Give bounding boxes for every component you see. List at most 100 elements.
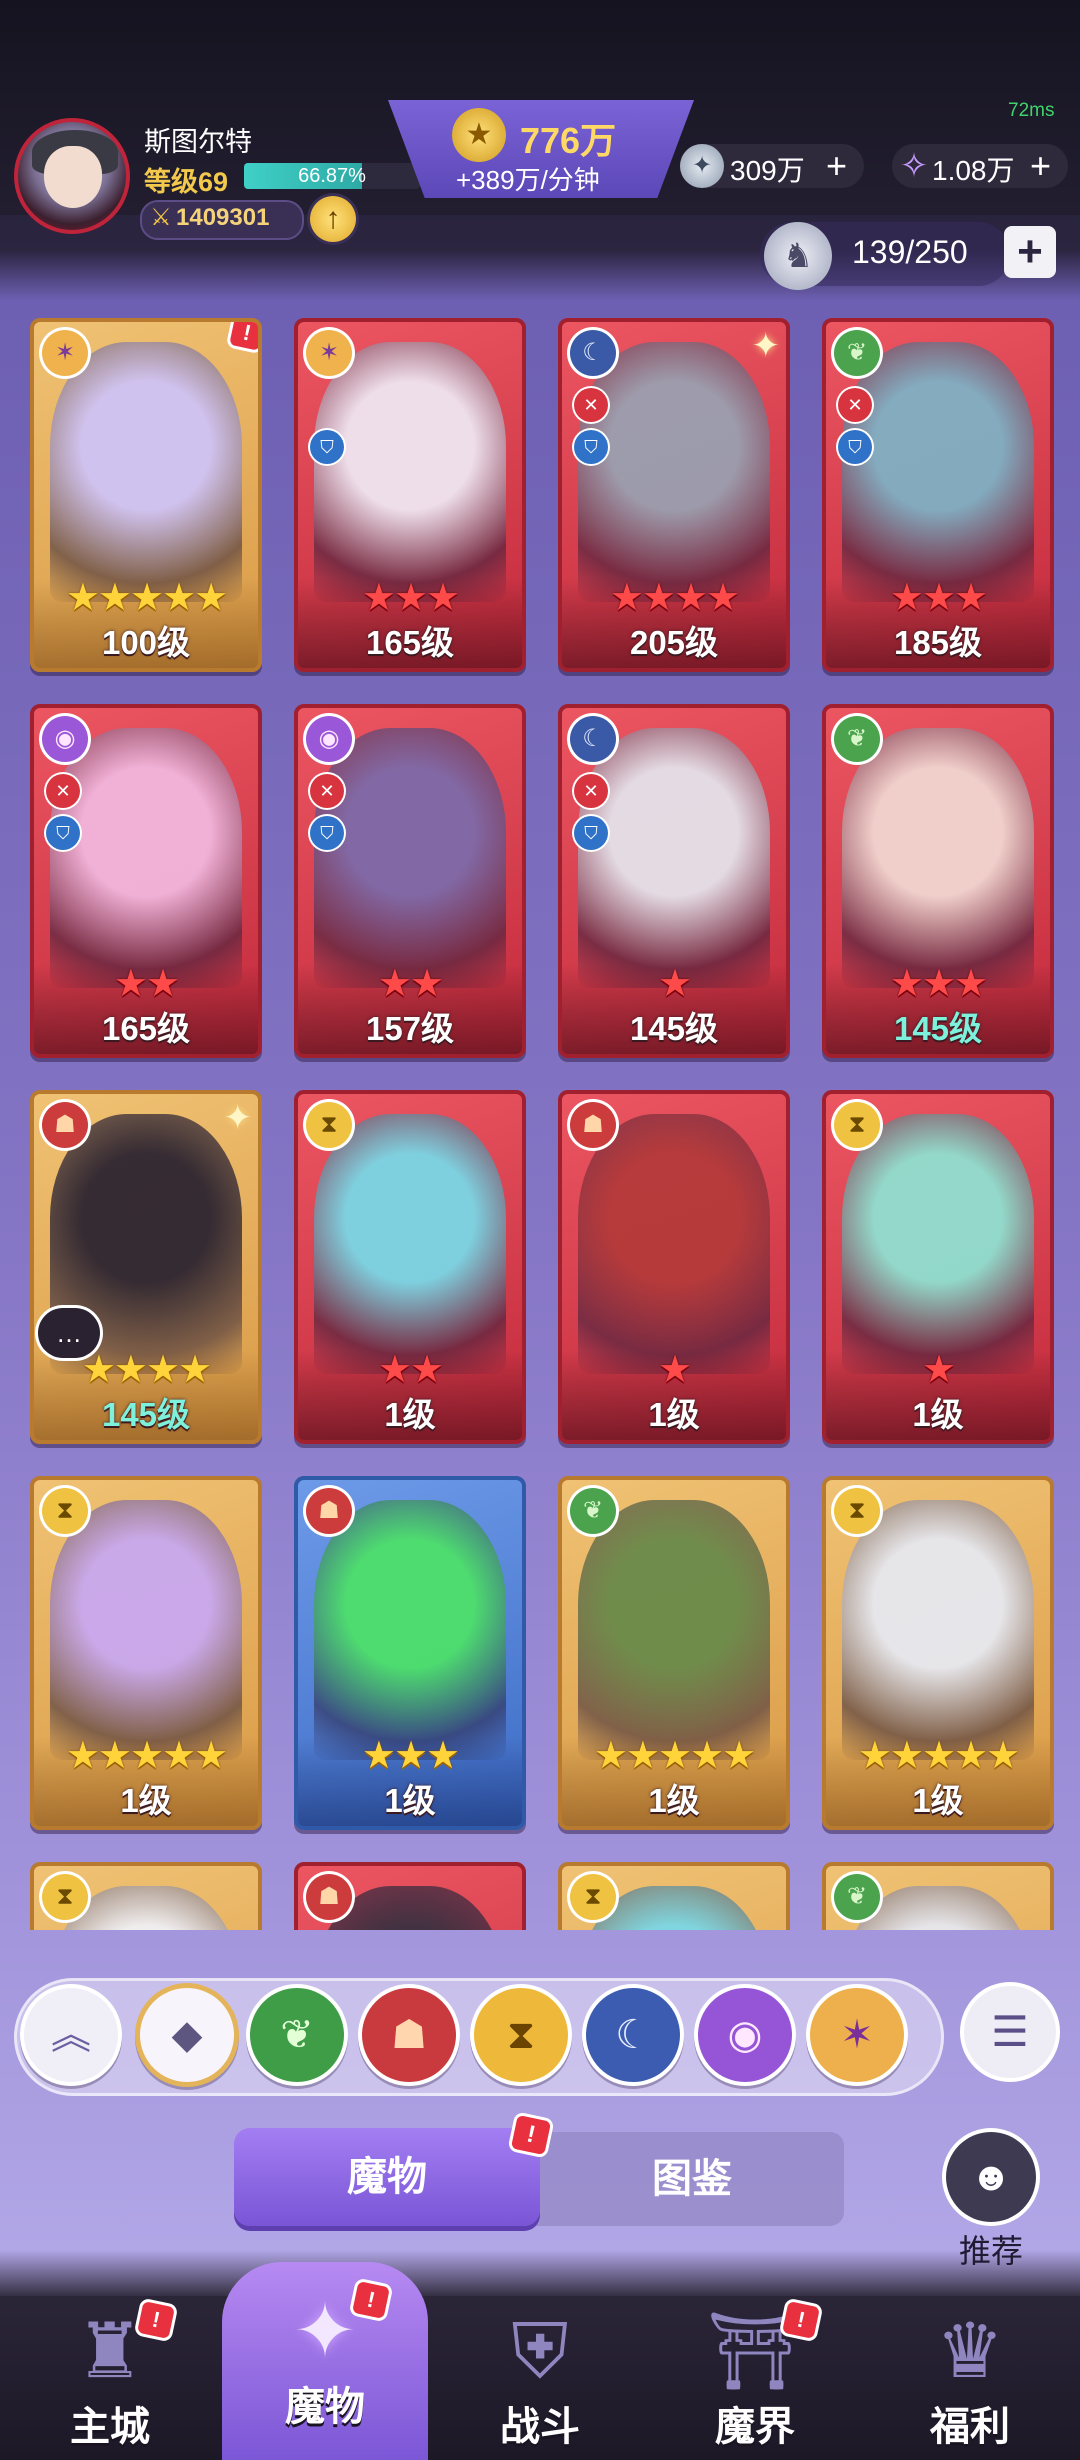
monster-card[interactable]: ❦ (822, 1862, 1054, 1930)
defense-badge-icon: ⛉ (310, 816, 344, 850)
star-rating: ★★ (113, 963, 180, 1005)
nav-label: 魔物 (285, 2385, 365, 2429)
monster-card[interactable]: ❦ ★★★★★ 1级 (558, 1476, 790, 1830)
star-rating: ★ (657, 1349, 692, 1391)
filter-beast-button[interactable]: ☗ (362, 1988, 456, 2082)
filter-nature-button[interactable]: ❦ (250, 1988, 344, 2082)
nav-welfare[interactable]: ♛ 福利 (870, 2300, 1070, 2460)
monster-portrait (50, 728, 242, 988)
monster-card[interactable]: ☗ ✦… ★★★★ 145级 (30, 1090, 262, 1444)
monster-level: 100级 (101, 624, 191, 661)
gold-rate: +389万/分钟 (456, 165, 600, 195)
arcane-icon: ✶ (306, 330, 352, 376)
filter-eye-button[interactable]: ◉ (698, 1988, 792, 2082)
star-rating: ★★★★★ (65, 577, 228, 619)
arcane-star-icon: ✶ (840, 2013, 874, 2057)
nav-label: 福利 (930, 2405, 1010, 2449)
monster-card[interactable]: ❦ ✕ ⛉ ★★★ 185级 (822, 318, 1054, 672)
monster-portrait (314, 342, 506, 602)
time-icon: ⧗ (42, 1488, 88, 1534)
star-rating: ★★★ (361, 577, 460, 619)
gold-coin-icon: ★ (452, 108, 506, 162)
sparkle-icon: ✦ (223, 1099, 253, 1137)
attack-badge-icon: ✕ (574, 774, 608, 808)
recommend-button[interactable]: ☻ (946, 2132, 1036, 2222)
wolf-icon: ☾ (570, 330, 616, 376)
player-avatar[interactable] (14, 118, 130, 234)
defense-badge-icon: ⛉ (574, 430, 608, 464)
beast-icon: ☗ (570, 1102, 616, 1148)
sparkle-icon: ✦ (751, 327, 781, 365)
monster-card[interactable]: ⧗ ★★★★★ 1级 (30, 1476, 262, 1830)
expand-capacity-button[interactable]: + (1004, 226, 1056, 278)
nav-monsters[interactable]: ✦ ! 魔物 (225, 2280, 425, 2440)
monster-card[interactable]: ⧗ (30, 1862, 262, 1930)
leaf-icon: ❦ (280, 2013, 314, 2057)
nav-main-city[interactable]: ♜ ! 主城 (10, 2300, 210, 2460)
monster-card-grid: ✶! ★★★★★ 100级 ✶ ⛉ ★★★ 165级 ☾ ✕ ⛉ ✦ ★★★★ 205级 ❦ ✕ ⛉ ★★★ 18… (0, 310, 1080, 1930)
gem-icon: ✧ (899, 147, 929, 185)
treasure-chest-icon: ♛ (935, 2309, 1005, 2394)
eye-icon: ◉ (42, 716, 88, 762)
add-gem-plus-icon[interactable]: + (1030, 146, 1051, 186)
star-rating: ★★★★★ (593, 1735, 756, 1777)
nav-battle[interactable]: ⛨ 战斗 (440, 2300, 640, 2460)
avatar-face (44, 146, 102, 208)
add-silver-plus-icon[interactable]: + (826, 146, 847, 186)
monster-portrait (578, 728, 770, 988)
silver-coin-icon: ✦ (680, 144, 724, 188)
star-rating: ★★★★ (81, 1349, 212, 1391)
monster-card[interactable]: ☗ ★ 1级 (558, 1090, 790, 1444)
defense-badge-icon: ⛉ (574, 816, 608, 850)
power-up-arrow-icon[interactable]: ↑ (310, 196, 356, 242)
monster-card[interactable]: ⧗ ★★★★★ 1级 (822, 1476, 1054, 1830)
attack-badge-icon: ✕ (46, 774, 80, 808)
nav-label: 主城 (70, 2405, 150, 2449)
star-rating: ★★★ (361, 1735, 460, 1777)
defense-badge-icon: ⛉ (838, 430, 872, 464)
monster-card[interactable]: ☾ ✕ ⛉ ✦ ★★★★ 205级 (558, 318, 790, 672)
monster-card[interactable]: ☗ (294, 1862, 526, 1930)
star-rating: ★★★★ (609, 577, 740, 619)
demon-mask-icon: ☗ (391, 2013, 427, 2057)
monster-card[interactable]: ◉ ✕ ⛉ ★★ 157级 (294, 704, 526, 1058)
monster-portrait (314, 728, 506, 988)
monster-card[interactable]: ⧗ (558, 1862, 790, 1930)
beast-icon: ☗ (306, 1874, 352, 1920)
filter-arcane-button[interactable]: ✶ (810, 1988, 904, 2082)
monster-level: 145级 (629, 1010, 719, 1047)
tab-codex[interactable]: 图鉴 (540, 2132, 844, 2226)
monster-card[interactable]: ✶ ⛉ ★★★ 165级 (294, 318, 526, 672)
sort-button[interactable]: ☰ (964, 1986, 1056, 2078)
time-icon: ⧗ (834, 1102, 880, 1148)
star-rating: ★ (921, 1349, 956, 1391)
beast-icon: ☗ (306, 1488, 352, 1534)
monster-portrait (842, 728, 1034, 988)
tab-monsters[interactable]: 魔物 (234, 2128, 540, 2226)
monster-card[interactable]: ❦ ★★★ 145级 (822, 704, 1054, 1058)
filter-wolf-button[interactable]: ☾ (586, 1988, 680, 2082)
filter-time-button[interactable]: ⧗ (474, 1988, 568, 2082)
filter-all-button[interactable]: ◆ (140, 1988, 234, 2082)
monster-level: 1级 (912, 1396, 964, 1433)
monster-portrait (842, 1500, 1034, 1760)
nav-alert-badge: ! (137, 2301, 175, 2339)
monster-card[interactable]: ◉ ✕ ⛉ ★★ 165级 (30, 704, 262, 1058)
monster-level: 205级 (629, 624, 719, 661)
eye-icon: ◉ (727, 2013, 763, 2057)
monster-level: 145级 (101, 1396, 191, 1433)
monster-portrait (314, 1500, 506, 1760)
monster-card[interactable]: ⧗ ★★ 1级 (294, 1090, 526, 1444)
time-icon: ⧗ (42, 1874, 88, 1920)
monster-card[interactable]: ☾ ✕ ⛉ ★ 145级 (558, 704, 790, 1058)
defense-badge-icon: ⛉ (46, 816, 80, 850)
monster-card[interactable]: ✶! ★★★★★ 100级 (30, 318, 262, 672)
monster-card[interactable]: ☗ ★★★ 1级 (294, 1476, 526, 1830)
monster-card[interactable]: ⧗ ★ 1级 (822, 1090, 1054, 1444)
star-rating: ★★★★★ (65, 1735, 228, 1777)
monster-level: 165级 (365, 624, 455, 661)
monster-portrait (314, 1114, 506, 1374)
monster-level: 157级 (365, 1010, 455, 1047)
collapse-filter-button[interactable]: ︽ (24, 1988, 118, 2082)
nav-demon-realm[interactable]: ⛩ ! 魔界 (655, 2300, 855, 2460)
